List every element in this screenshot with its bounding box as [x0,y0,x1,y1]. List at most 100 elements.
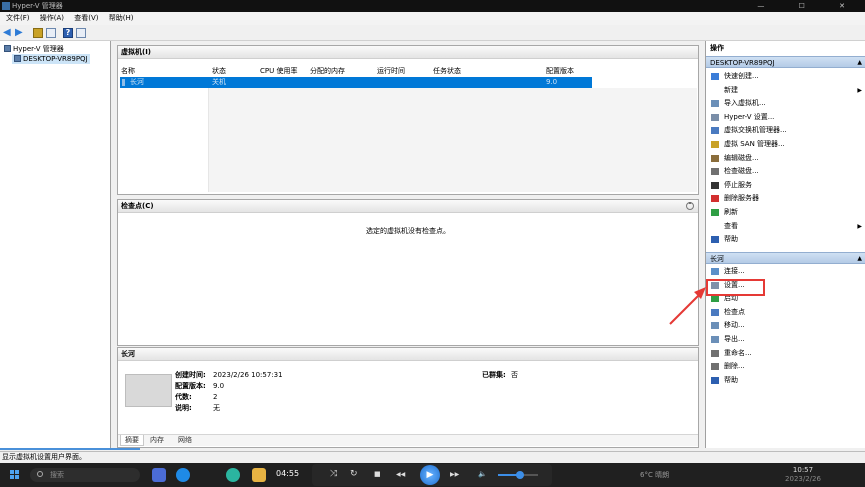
col-memory[interactable]: 分配的内存 [310,67,345,76]
action-label: 移动... [724,321,745,330]
action-item[interactable]: 帮助 [706,374,865,387]
action-label: 连接... [724,267,745,275]
details-panel: 长河 创建时间: 2023/2/26 10:57:31 配置版本: 9.0 代数… [117,347,699,448]
tree-host[interactable]: DESKTOP-VR89PQJ [12,54,90,64]
action-label: 删除服务器 [724,194,759,203]
table-row[interactable]: 长河 关机 9.0 [120,77,592,88]
action-item[interactable]: 导入虚拟机... [706,97,865,110]
checkpoint-icon [711,308,719,316]
actions-host-section[interactable]: DESKTOP-VR89PQJ ▲ [706,56,865,68]
collapse-icon[interactable]: ⌃ [686,202,694,210]
vm-name: 长河 [130,78,144,86]
menu-file[interactable]: 文件(F) [2,12,34,25]
help-icon [711,376,719,384]
action-item[interactable]: 移动... [706,319,865,332]
task-view-icon[interactable] [152,468,166,482]
weather-widget[interactable]: 6°C 晴朗 [640,470,669,480]
menu-help[interactable]: 帮助(H) [105,12,138,25]
action-item[interactable]: 帮助 [706,233,865,246]
window-title: Hyper-V 管理器 [12,2,63,10]
help-icon [711,236,719,244]
tree-root[interactable]: Hyper-V 管理器 [4,44,64,54]
san-manager-icon [711,141,719,148]
checkpoints-panel: 检查点(C) ⌃ 选定的虚拟机没有检查点。 [117,199,699,346]
action-item[interactable]: 删除... [706,360,865,373]
action-item[interactable]: 删除服务器 [706,192,865,205]
show-hide-action-pane-icon[interactable] [76,28,86,38]
move-icon [711,322,719,330]
connect-icon [711,268,719,275]
forward-arrow-icon[interactable]: ▶ [15,28,25,38]
window-controls[interactable]: — ☐ ✕ [757,0,861,12]
stop-icon[interactable]: ■ [374,469,381,480]
action-item[interactable]: 停止服务 [706,179,865,192]
col-version[interactable]: 配置版本 [546,67,574,76]
windows-start-icon[interactable] [10,470,20,480]
action-item[interactable]: 检查磁盘... [706,165,865,178]
taskbar-clock[interactable]: 10:57 2023/2/26 [783,466,823,484]
volume-slider[interactable] [498,471,538,479]
action-label: 虚拟交换机管理器... [724,126,787,135]
action-item[interactable]: 刷新 [706,206,865,219]
action-item[interactable]: 检查点 [706,306,865,319]
next-icon[interactable]: ▶▶ [450,469,459,480]
tab-memory[interactable]: 内存 [146,435,168,446]
up-folder-icon[interactable] [33,28,43,38]
menu-view[interactable]: 查看(V) [70,12,102,25]
view-icon [711,222,719,230]
submenu-arrow-icon: ▶ [857,222,862,230]
action-item[interactable]: 虚拟 SAN 管理器... [706,138,865,151]
col-cpu[interactable]: CPU 使用率 [260,67,297,76]
action-item[interactable]: 新建 ▶ [706,84,865,97]
start-icon [711,295,719,303]
file-explorer-icon[interactable] [252,468,266,482]
host-section-label: DESKTOP-VR89PQJ [710,59,775,67]
action-label: 虚拟 SAN 管理器... [724,140,785,148]
repeat-icon[interactable]: ↻ [350,469,358,480]
show-hide-tree-icon[interactable] [46,28,56,38]
config-value: 9.0 [213,382,225,390]
tab-network[interactable]: 网络 [174,435,196,446]
clustered-label: 已群集: [482,371,506,379]
col-task[interactable]: 任务状态 [433,67,461,76]
details-panel-title: 长河 [118,348,698,361]
action-item[interactable]: 连接... [706,265,865,278]
collapse-up-icon[interactable]: ▲ [857,57,862,69]
shuffle-icon[interactable]: ⤨ [330,469,337,480]
col-state[interactable]: 状态 [212,67,226,76]
action-item[interactable]: 重命名... [706,347,865,360]
import-icon [711,100,719,108]
vm-list-empty-area [209,88,697,192]
menu-bar: 文件(F) 操作(A) 查看(V) 帮助(H) [0,12,865,25]
play-icon[interactable]: ▶ [420,465,440,485]
actions-vm-section[interactable]: 长河 ▲ [706,252,865,264]
action-item[interactable]: 虚拟交换机管理器... [706,124,865,137]
vm-version: 9.0 [546,78,558,86]
help-toolbar-icon[interactable]: ? [63,28,73,38]
taskbar-search[interactable]: 搜索 [30,468,140,482]
action-item[interactable]: 查看 ▶ [706,220,865,233]
taskbar: 搜索 04:55 ⤨ ↻ ■ ◀◀ ▶ ▶▶ 🔈 6°C 晴朗 10:57 20… [0,463,865,487]
remove-server-icon [711,195,719,203]
media-player-controls: 04:55 ⤨ ↻ ■ ◀◀ ▶ ▶▶ 🔈 [276,464,552,486]
action-item[interactable]: 快速创建... [706,70,865,83]
action-item[interactable]: 导出... [706,333,865,346]
volume-icon[interactable]: 🔈 [478,469,487,480]
tab-summary[interactable]: 摘要 [120,435,144,446]
volume-knob[interactable] [516,471,524,479]
back-arrow-icon[interactable]: ◀ [3,28,13,38]
collapse-up-icon[interactable]: ▲ [857,253,862,265]
notes-label: 说明: [175,404,192,412]
action-item[interactable]: Hyper-V 设置... [706,111,865,124]
menu-action[interactable]: 操作(A) [36,12,68,25]
edge-icon[interactable] [226,468,240,482]
action-item[interactable]: 编辑磁盘... [706,152,865,165]
edge-browser-icon[interactable] [176,468,190,482]
vm-icon [122,79,125,86]
delete-icon [711,363,719,371]
col-name[interactable]: 名称 [121,67,135,76]
client-area: Hyper-V 管理器 DESKTOP-VR89PQJ 虚拟机(I) 名称 状态… [0,41,865,451]
previous-icon[interactable]: ◀◀ [396,469,405,480]
annotation-highlight-box [706,279,765,296]
col-uptime[interactable]: 运行时间 [377,67,405,76]
